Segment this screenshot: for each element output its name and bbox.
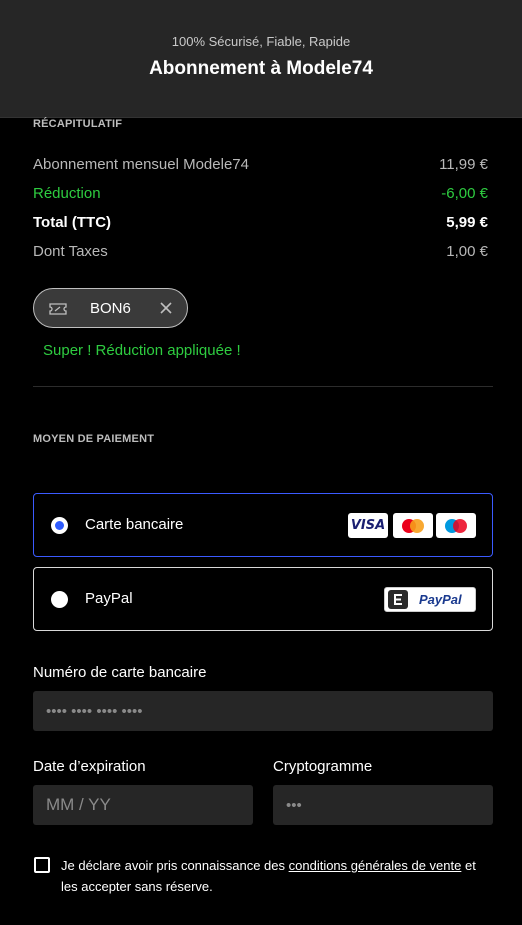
terms-text: Je déclare avoir pris connaissance des c… [61, 855, 491, 897]
summary-line-label: Dont Taxes [33, 243, 108, 260]
paypal-logo-icon: PayPal [384, 587, 476, 612]
terms-link[interactable]: conditions générales de vente [289, 858, 462, 873]
summary-line-label: Total (TTC) [33, 214, 112, 231]
cvv-input[interactable] [273, 785, 493, 825]
coupon-chip: BON6 [33, 288, 188, 328]
cvv-label: Cryptogramme [273, 758, 373, 775]
summary-line-value: -6,00 € [441, 185, 488, 202]
summary-line-discount: Réduction -6,00 € [33, 185, 488, 202]
page-title: Abonnement à Modele74 [149, 58, 373, 79]
summary-line-value: 1,00 € [446, 243, 488, 260]
payment-option-card[interactable]: Carte bancaire VISA [33, 493, 493, 557]
summary-line-value: 5,99 € [446, 214, 488, 231]
card-radio[interactable] [51, 517, 68, 534]
visa-logo-icon: VISA [348, 513, 388, 538]
summary-line-taxes: Dont Taxes 1,00 € [33, 243, 488, 260]
mastercard-logo-icon [393, 513, 433, 538]
card-number-input[interactable] [33, 691, 493, 731]
remove-coupon-icon[interactable] [159, 301, 173, 315]
checkout-header: 100% Sécurisé, Fiable, Rapide Abonnement… [0, 0, 522, 118]
summary-line-label: Abonnement mensuel Modele74 [33, 156, 249, 173]
summary-line-subscription: Abonnement mensuel Modele74 11,99 € [33, 156, 488, 173]
payment-section-label: MOYEN DE PAIEMENT [33, 433, 155, 445]
summary-section-label: RÉCAPITULATIF [33, 118, 123, 130]
card-number-label: Numéro de carte bancaire [33, 664, 207, 681]
maestro-logo-icon [436, 513, 476, 538]
summary-line-label: Réduction [33, 185, 101, 202]
expiry-input[interactable] [33, 785, 253, 825]
paypal-logo-text: PayPal [419, 592, 462, 607]
ticket-icon [48, 301, 68, 317]
coupon-code: BON6 [90, 300, 131, 317]
coupon-success-message: Super ! Réduction appliquée ! [43, 342, 241, 359]
summary-line-total: Total (TTC) 5,99 € [33, 214, 488, 231]
summary-line-value: 11,99 € [439, 156, 488, 173]
payment-option-label: Carte bancaire [85, 516, 184, 533]
expiry-label: Date d’expiration [33, 758, 146, 775]
section-divider [33, 386, 493, 387]
payment-option-label: PayPal [85, 590, 133, 607]
terms-prefix: Je déclare avoir pris connaissance des [61, 858, 289, 873]
payment-option-paypal[interactable]: PayPal PayPal [33, 567, 493, 631]
paypal-radio[interactable] [51, 591, 68, 608]
header-subtitle: 100% Sécurisé, Fiable, Rapide [171, 34, 351, 49]
visa-logo-text: VISA [350, 518, 386, 533]
terms-checkbox[interactable] [34, 857, 50, 873]
